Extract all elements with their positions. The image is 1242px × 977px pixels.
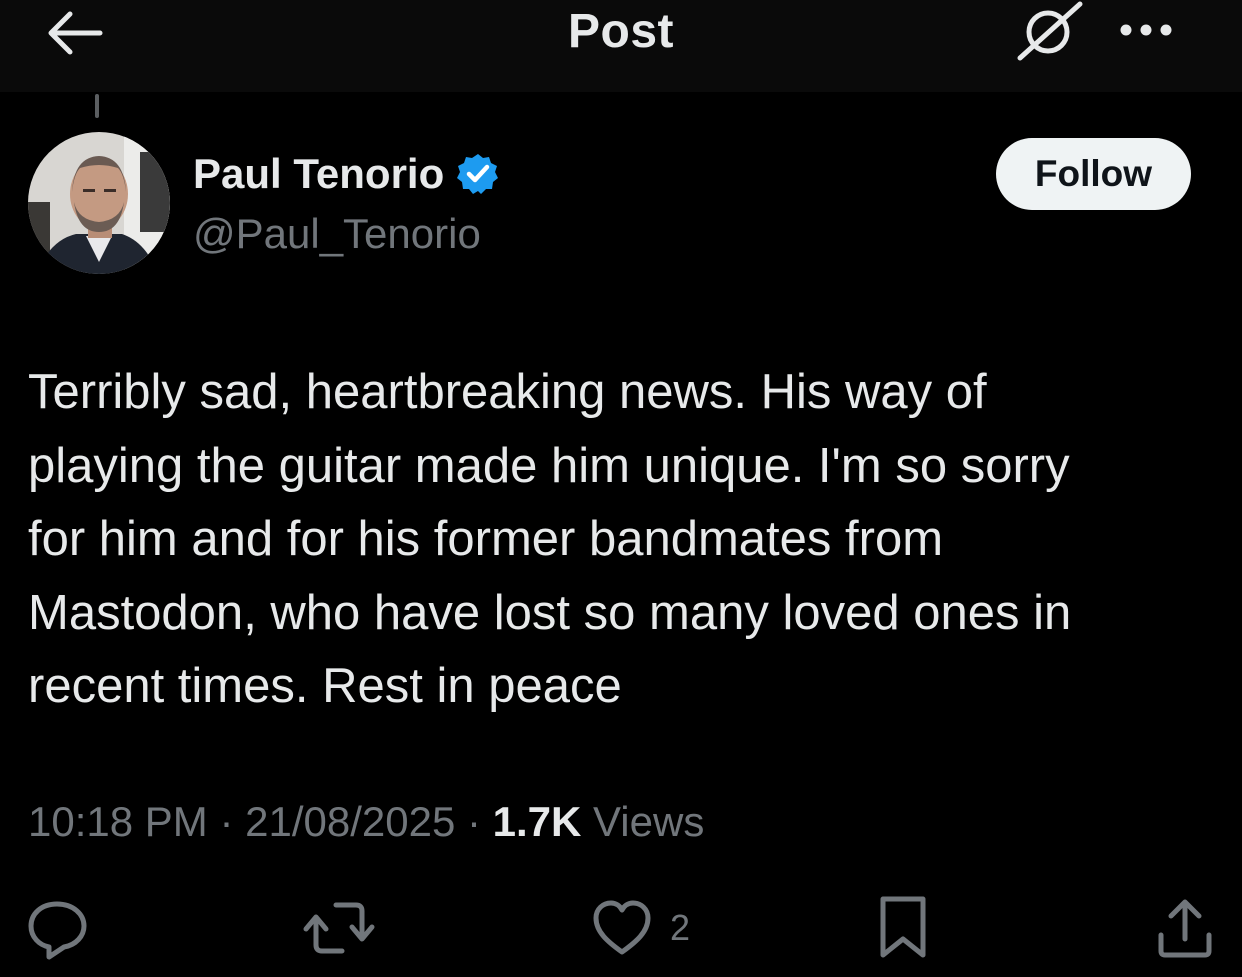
post-date[interactable]: 21/08/2025: [245, 798, 455, 845]
bookmark-button[interactable]: [876, 890, 930, 966]
post-text: Terribly sad, heartbreaking news. His wa…: [28, 365, 1072, 713]
meta-separator: ·: [207, 798, 246, 845]
follow-button[interactable]: Follow: [996, 138, 1191, 210]
more-options-button[interactable]: [1112, 10, 1180, 50]
meta-separator: ·: [455, 798, 493, 845]
thread-connector-line: [95, 94, 99, 118]
verified-badge-icon: [457, 154, 499, 194]
author-handle[interactable]: @Paul_Tenorio: [193, 210, 481, 258]
more-horizontal-icon: [1120, 24, 1172, 36]
post-time[interactable]: 10:18 PM: [28, 798, 208, 845]
repost-button[interactable]: [302, 890, 376, 966]
post-action-bar: 2: [0, 890, 1242, 970]
bookmark-icon: [880, 896, 926, 958]
repost-icon: [303, 902, 375, 954]
author-name-row[interactable]: Paul Tenorio: [193, 148, 500, 200]
avatar[interactable]: [28, 132, 170, 274]
reply-icon: [28, 901, 87, 960]
like-count: 2: [670, 907, 691, 948]
heart-icon: [593, 900, 651, 955]
reply-button[interactable]: [24, 890, 90, 966]
post-metadata: 10:18 PM · 21/08/2025 · 1.7K Views: [28, 798, 704, 846]
views-count: 1.7K: [492, 798, 582, 845]
share-icon: [1158, 899, 1212, 958]
share-button[interactable]: [1152, 890, 1218, 966]
avatar-photo: [28, 132, 170, 274]
like-button[interactable]: 2: [590, 890, 690, 966]
views-label: Views: [581, 798, 705, 845]
grok-icon: [1017, 1, 1083, 61]
top-bar: Post: [0, 0, 1242, 92]
author-display-name: Paul Tenorio: [193, 150, 445, 197]
grok-button[interactable]: [1014, 0, 1086, 64]
